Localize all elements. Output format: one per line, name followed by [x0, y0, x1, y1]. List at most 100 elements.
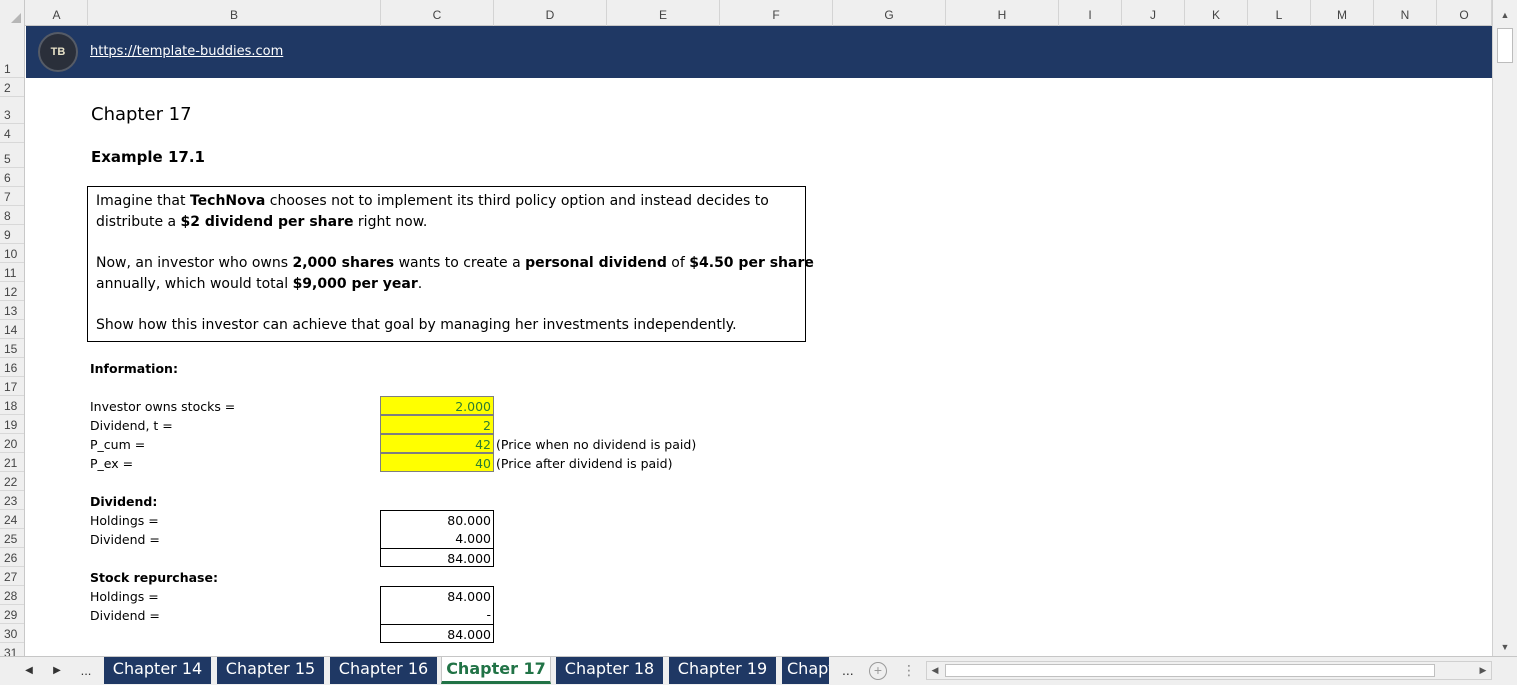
investor-stocks-input[interactable]: 2.000: [380, 396, 494, 415]
row-header[interactable]: 20: [0, 434, 24, 453]
column-header-o[interactable]: O: [1437, 0, 1492, 26]
scroll-down-arrow-icon[interactable]: ▼: [1493, 638, 1517, 656]
problem-statement-textbox[interactable]: Imagine that TechNova chooses not to imp…: [87, 186, 814, 342]
problem-paragraph-2: Now, an investor who owns 2,000 shares w…: [96, 253, 814, 295]
row-header[interactable]: 10: [0, 244, 24, 263]
row-header[interactable]: 31: [0, 643, 24, 656]
column-header-k[interactable]: K: [1185, 0, 1248, 26]
row-header[interactable]: 21: [0, 453, 24, 472]
row-header[interactable]: 6: [0, 168, 24, 187]
investor-stocks-label: Investor owns stocks =: [90, 399, 236, 414]
repurchase-dividend-value[interactable]: -: [380, 605, 494, 624]
dividend-holdings-value[interactable]: 80.000: [380, 510, 494, 529]
column-header-c[interactable]: C: [381, 0, 494, 26]
row-header[interactable]: 7: [0, 187, 24, 206]
row-header[interactable]: 25: [0, 529, 24, 548]
dividend-dividend-value[interactable]: 4.000: [380, 529, 494, 548]
select-all-corner[interactable]: [0, 0, 25, 26]
column-header-f[interactable]: F: [720, 0, 833, 26]
scroll-up-arrow-icon[interactable]: ▲: [1493, 6, 1517, 24]
tab-chapter-14[interactable]: Chapter 14: [104, 657, 214, 684]
p-ex-label: P_ex =: [90, 456, 134, 471]
tab-scroll-right-icon[interactable]: ▶: [47, 661, 67, 681]
sheet-grid[interactable]: TB https://template-buddies.com Chapter …: [26, 26, 1492, 656]
vertical-scroll-thumb[interactable]: [1497, 28, 1513, 63]
row-header[interactable]: 18: [0, 396, 24, 415]
text-run: Imagine that: [96, 193, 190, 209]
row-header[interactable]: 8: [0, 206, 24, 225]
row-header[interactable]: 9: [0, 225, 24, 244]
text-run: annually, which would total: [96, 276, 293, 292]
tab-scroll-left-icon[interactable]: ◀: [19, 661, 39, 681]
column-header-j[interactable]: J: [1122, 0, 1185, 26]
column-header-h[interactable]: H: [946, 0, 1059, 26]
row-header[interactable]: 26: [0, 548, 24, 567]
dividend-total-value[interactable]: 84.000: [380, 548, 494, 567]
column-header-i[interactable]: I: [1059, 0, 1122, 26]
repurchase-total-value[interactable]: 84.000: [380, 624, 494, 643]
repurchase-holdings-value[interactable]: 84.000: [380, 586, 494, 605]
column-header-d[interactable]: D: [494, 0, 607, 26]
p-cum-note: (Price when no dividend is paid): [496, 437, 697, 452]
horizontal-scroll-thumb[interactable]: [945, 664, 1435, 677]
information-heading: Information:: [90, 361, 178, 376]
row-header[interactable]: 23: [0, 491, 24, 510]
select-all-triangle-icon: [11, 13, 21, 23]
column-header-l[interactable]: L: [1248, 0, 1311, 26]
row-header[interactable]: 4: [0, 124, 24, 143]
row-header[interactable]: 3: [0, 97, 24, 124]
row-header[interactable]: 27: [0, 567, 24, 586]
tab-chapter-partial[interactable]: Chapt: [782, 657, 832, 684]
dividend-t-input[interactable]: 2: [380, 415, 494, 434]
add-sheet-plus-icon[interactable]: +: [869, 662, 887, 680]
row-header[interactable]: 29: [0, 605, 24, 624]
tab-more-left[interactable]: ...: [76, 661, 96, 681]
website-link[interactable]: https://template-buddies.com: [90, 44, 283, 59]
column-header-n[interactable]: N: [1374, 0, 1437, 26]
splitter-handle-icon[interactable]: ⋮: [902, 659, 916, 681]
tab-chapter-15[interactable]: Chapter 15: [217, 657, 327, 684]
problem-paragraph-3: Show how this investor can achieve that …: [96, 317, 737, 333]
repurchase-dividend-label: Dividend =: [90, 608, 160, 623]
p-cum-input[interactable]: 42: [380, 434, 494, 453]
row-header[interactable]: 14: [0, 320, 24, 339]
text-run-bold: $4.50 per share: [689, 255, 814, 271]
row-header[interactable]: 19: [0, 415, 24, 434]
row-header[interactable]: 28: [0, 586, 24, 605]
text-run-bold: $9,000 per year: [292, 276, 418, 292]
row-header[interactable]: 16: [0, 358, 24, 377]
row-header[interactable]: 22: [0, 472, 24, 491]
vertical-scrollbar[interactable]: ▲ ▼: [1492, 0, 1517, 656]
tab-chapter-18[interactable]: Chapter 18: [556, 657, 666, 684]
column-header-b[interactable]: B: [88, 0, 381, 26]
tab-chapter-16[interactable]: Chapter 16: [330, 657, 440, 684]
column-header-a[interactable]: A: [26, 0, 88, 26]
row-header[interactable]: 13: [0, 301, 24, 320]
p-ex-input[interactable]: 40: [380, 453, 494, 472]
row-header[interactable]: 17: [0, 377, 24, 396]
text-run: distribute a: [96, 214, 181, 230]
row-header[interactable]: 30: [0, 624, 24, 643]
row-header[interactable]: 12: [0, 282, 24, 301]
column-header-g[interactable]: G: [833, 0, 946, 26]
column-header-m[interactable]: M: [1311, 0, 1374, 26]
row-header[interactable]: 1: [0, 26, 24, 78]
row-header-bar: 1 2 3 4 5 6 7 8 9 10 11 12 13 14 15 16 1…: [0, 26, 25, 656]
column-header-bar: A B C D E F G H I J K L M N O: [0, 0, 1492, 26]
row-header[interactable]: 15: [0, 339, 24, 358]
tab-chapter-19[interactable]: Chapter 19: [669, 657, 779, 684]
row-header[interactable]: 5: [0, 143, 24, 168]
tab-chapter-17[interactable]: Chapter 17: [441, 657, 551, 684]
column-header-e[interactable]: E: [607, 0, 720, 26]
scroll-left-arrow-icon[interactable]: ◀: [927, 662, 943, 679]
row-header[interactable]: 11: [0, 263, 24, 282]
row-header[interactable]: 24: [0, 510, 24, 529]
horizontal-scrollbar[interactable]: ◀ ▶: [926, 661, 1492, 680]
text-run: chooses not to implement its third polic…: [265, 193, 769, 209]
row-header[interactable]: 2: [0, 78, 24, 97]
dividend-t-label: Dividend, t =: [90, 418, 173, 433]
tab-more-right[interactable]: ...: [842, 657, 854, 684]
dividend-heading: Dividend:: [90, 494, 158, 509]
scroll-right-arrow-icon[interactable]: ▶: [1475, 662, 1491, 679]
text-run: right now.: [353, 214, 428, 230]
